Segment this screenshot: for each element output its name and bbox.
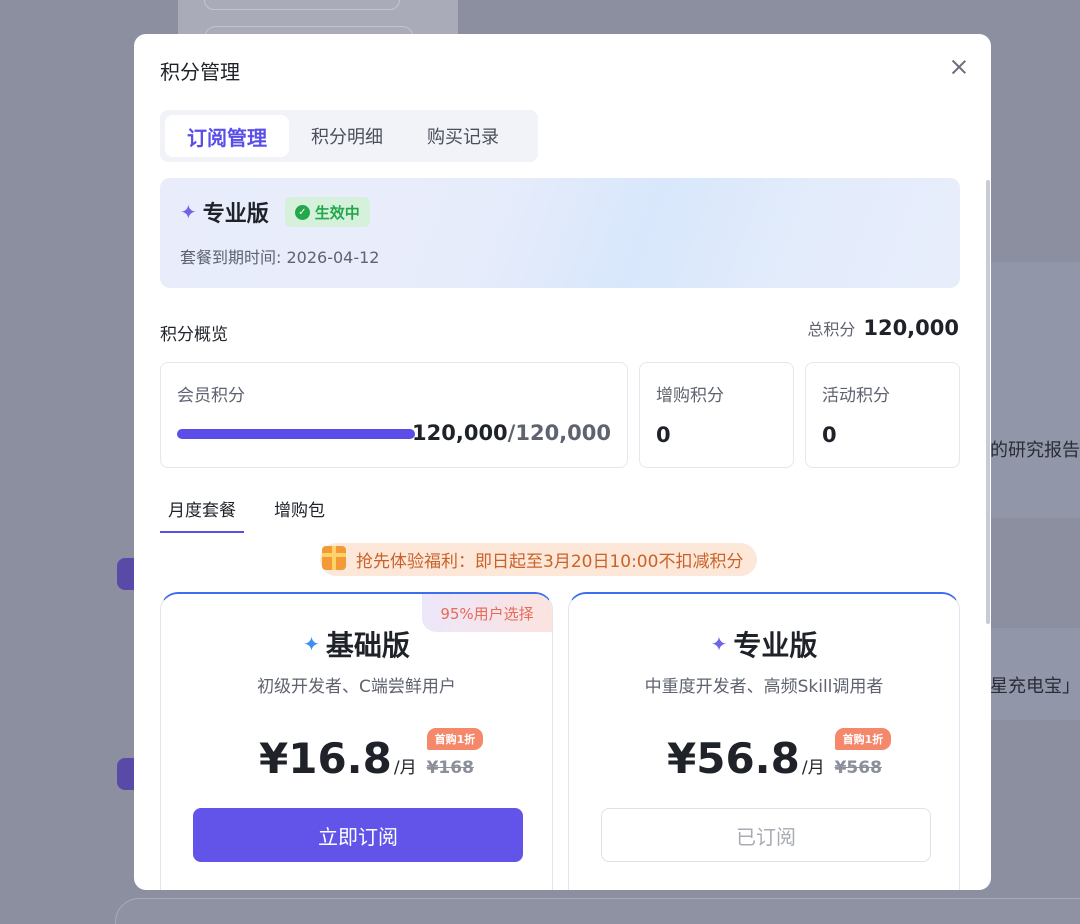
price-period: /月 xyxy=(393,758,417,778)
background-text: 星充电宝」的 xyxy=(990,676,1080,697)
discount-tag: 首购1折 xyxy=(834,728,892,750)
gift-icon xyxy=(322,546,346,570)
background-text: 的研究报告 xyxy=(990,440,1080,461)
tab-purchase-history[interactable]: 购买记录 xyxy=(405,115,521,157)
subscribed-button[interactable]: 已订阅 xyxy=(601,808,931,862)
status-badge-label: 生效中 xyxy=(314,203,360,222)
status-badge: ✓ 生效中 xyxy=(284,197,370,227)
modal-scrollbar[interactable] xyxy=(986,180,990,624)
modal-tabs: 订阅管理 积分明细 购买记录 xyxy=(160,110,538,162)
total-points-value: 120,000 xyxy=(863,316,959,340)
activity-points-card: 活动积分 0 xyxy=(805,362,960,468)
background-pill xyxy=(204,0,400,10)
sparkle-icon: ✦ xyxy=(303,632,320,656)
modal-title: 积分管理 xyxy=(160,60,240,84)
check-icon: ✓ xyxy=(294,204,310,220)
activity-points-label: 活动积分 xyxy=(822,386,890,406)
addon-points-value: 0 xyxy=(656,423,671,447)
sparkle-icon: ✦ xyxy=(710,632,728,656)
plan-subtitle: 中重度开发者、高频Skill调用者 xyxy=(644,677,884,697)
original-price-wrap: 首购1折 ¥168 xyxy=(426,728,484,778)
member-points-label: 会员积分 xyxy=(177,386,245,406)
member-points-current: 120,000 xyxy=(412,421,508,445)
tab-subscription[interactable]: 订阅管理 xyxy=(165,115,289,157)
plan-name: 专业版 xyxy=(733,629,818,662)
plan-card-pro: ✦ 专业版 中重度开发者、高频Skill调用者 ¥56.8 /月 首购1折 ¥5… xyxy=(568,592,960,890)
points-management-modal: 积分管理 订阅管理 积分明细 购买记录 ✦ 专业版 ✓ 生效中 套餐到期时间: … xyxy=(134,34,991,890)
background-chat-input xyxy=(115,898,1080,924)
tab-addon-pack[interactable]: 增购包 xyxy=(266,492,333,533)
tab-points-detail[interactable]: 积分明细 xyxy=(289,115,405,157)
subscribe-button[interactable]: 立即订阅 xyxy=(193,808,523,862)
total-points: 总积分 120,000 xyxy=(807,316,959,340)
price-period: /月 xyxy=(801,758,825,778)
original-price: ¥168 xyxy=(426,758,474,778)
addon-points-label: 增购积分 xyxy=(656,386,724,406)
member-points-progress xyxy=(177,429,415,439)
discount-tag: 首购1折 xyxy=(426,728,484,750)
plan-title: ✦ 专业版 xyxy=(569,624,959,664)
member-points-progress-fill xyxy=(177,429,415,439)
close-icon[interactable] xyxy=(948,56,970,78)
promo-text: 抢先体验福利：即日起至3月20日10:00不扣减积分 xyxy=(356,552,744,572)
plan-price: ¥56.8 xyxy=(667,734,800,783)
current-plan-name: 专业版 xyxy=(202,202,269,227)
price-row: ¥16.8 /月 首购1折 ¥168 xyxy=(259,728,484,783)
plan-price: ¥16.8 xyxy=(259,734,392,783)
original-price: ¥568 xyxy=(834,758,882,778)
sparkle-icon: ✦ xyxy=(180,200,197,224)
plan-name: 基础版 xyxy=(325,629,410,662)
total-points-label: 总积分 xyxy=(807,320,856,339)
member-points-card: 会员积分 120,000/120,000 xyxy=(160,362,628,468)
price-row: ¥56.8 /月 首购1折 ¥568 xyxy=(667,728,892,783)
plan-expire-text: 套餐到期时间: 2026-04-12 xyxy=(180,248,380,267)
activity-points-value: 0 xyxy=(822,423,837,447)
original-price-wrap: 首购1折 ¥568 xyxy=(834,728,892,778)
plan-card-basic: 95%用户选择 ✦ 基础版 初级开发者、C端尝鲜用户 ¥16.8 /月 首购1折… xyxy=(160,592,553,890)
member-points-value: 120,000/120,000 xyxy=(412,421,611,445)
member-points-max: /120,000 xyxy=(507,421,611,445)
plan-name-row: ✦ 专业版 ✓ 生效中 xyxy=(180,196,370,228)
plan-type-tabs: 月度套餐 增购包 xyxy=(160,492,355,533)
background-panel xyxy=(990,262,1080,518)
promo-banner: 抢先体验福利：即日起至3月20日10:00不扣减积分 xyxy=(320,543,758,576)
points-overview-label: 积分概览 xyxy=(160,325,228,345)
plan-subtitle: 初级开发者、C端尝鲜用户 xyxy=(257,677,456,697)
current-plan-banner: ✦ 专业版 ✓ 生效中 套餐到期时间: 2026-04-12 xyxy=(160,178,960,288)
tab-monthly-plan[interactable]: 月度套餐 xyxy=(160,492,244,533)
plan-title: ✦ 基础版 xyxy=(161,624,552,664)
addon-points-card: 增购积分 0 xyxy=(639,362,794,468)
